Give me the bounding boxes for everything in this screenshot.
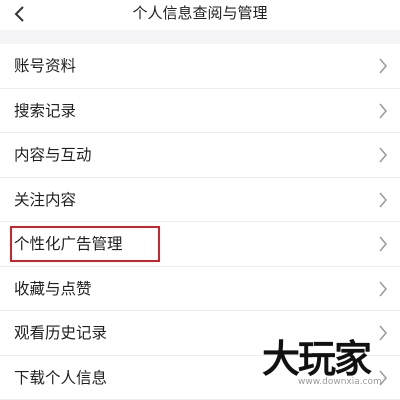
list-item-label: 账号资料 — [14, 44, 76, 88]
watermark-logo: 大玩家 www.downxia.com — [258, 328, 400, 395]
list-item-label: 搜索记录 — [14, 89, 76, 133]
page-title: 个人信息查阅与管理 — [0, 0, 400, 26]
chevron-right-icon — [378, 281, 388, 297]
list-item-favorites-likes[interactable]: 收藏与点赞 — [0, 267, 400, 312]
list-item-label: 观看历史记录 — [14, 311, 107, 355]
list-item-account-profile[interactable]: 账号资料 — [0, 44, 400, 89]
list-item-followed-content[interactable]: 关注内容 — [0, 178, 400, 223]
list-item-label: 收藏与点赞 — [14, 267, 92, 311]
top-navigation-bar: 个人信息查阅与管理 — [0, 0, 400, 30]
watermark-site-text: www.downxia.com — [298, 377, 382, 387]
list-item-label: 下载个人信息 — [14, 356, 107, 400]
list-item-content-interaction[interactable]: 内容与互动 — [0, 133, 400, 178]
highlight-box — [10, 226, 160, 262]
list-item-label: 关注内容 — [14, 178, 76, 222]
watermark-logo-text: 大玩家 — [262, 328, 370, 383]
chevron-right-icon — [378, 236, 388, 252]
chevron-right-icon — [378, 58, 388, 74]
chevron-right-icon — [378, 147, 388, 163]
list-item-search-history[interactable]: 搜索记录 — [0, 89, 400, 134]
list-item-label: 内容与互动 — [14, 133, 92, 177]
chevron-right-icon — [378, 103, 388, 119]
chevron-right-icon — [378, 192, 388, 208]
section-gap — [0, 30, 400, 44]
